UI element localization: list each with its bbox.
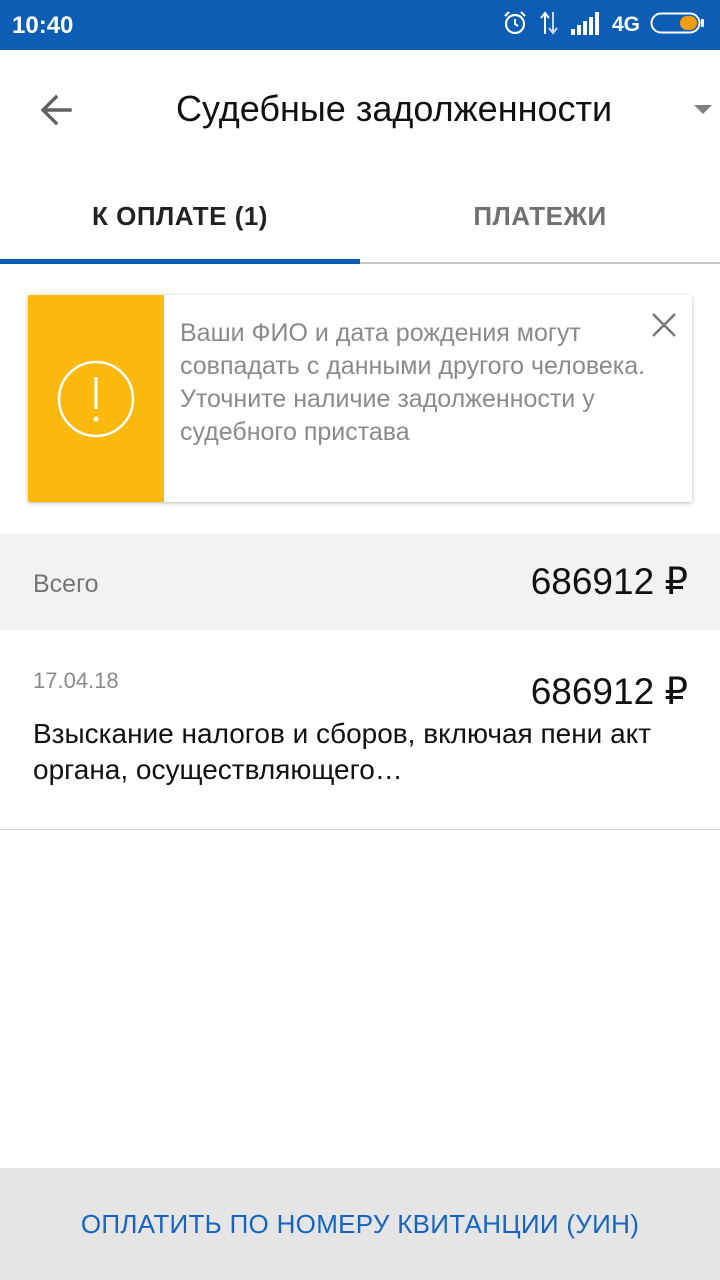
network-type: 4G [611,13,640,36]
list-item[interactable]: 17.04.18 686912 ₽ Взыскание налогов и сб… [0,630,720,830]
arrow-back-icon [40,94,72,126]
tab-indicator [0,259,360,264]
warning-close-button[interactable] [646,307,682,343]
signal-icon [570,11,602,40]
toolbar: Судебные задолженности [0,50,720,168]
warning-strip [28,295,164,502]
battery-icon [650,11,706,40]
back-button[interactable] [30,84,82,136]
alarm-icon [502,10,528,41]
tab-payments[interactable]: ПЛАТЕЖИ [360,168,720,264]
status-time: 10:40 [12,12,74,39]
triangle-down-icon [694,105,712,114]
debt-date: 17.04.18 [33,668,119,693]
total-row: Всего 686912 ₽ [0,534,720,630]
warning-card: Ваши ФИО и дата рождения могут совпадать… [28,295,692,502]
debt-amount: 686912 ₽ [530,671,688,712]
total-amount: 686912 ₽ [530,561,688,602]
page-title: Судебные задолженности [176,88,613,129]
tabs: К ОПЛАТЕ (1) ПЛАТЕЖИ [0,168,720,264]
total-label: Всего [33,570,99,598]
close-icon [652,313,676,337]
data-transfer-icon [538,10,560,41]
debt-description: Взыскание налогов и сборов, включая пени… [33,718,652,785]
pay-by-uin-button[interactable]: ОПЛАТИТЬ ПО НОМЕРУ КВИТАНЦИИ (УИН) [0,1168,720,1280]
status-icons: 4G [502,10,706,40]
exclamation-circle-icon [57,360,135,437]
title-dropdown-button[interactable] [688,100,718,120]
status-bar: 10:40 4G [0,0,720,50]
tab-to-pay[interactable]: К ОПЛАТЕ (1) [0,168,360,264]
warning-text: Ваши ФИО и дата рождения могут совпадать… [180,319,646,446]
